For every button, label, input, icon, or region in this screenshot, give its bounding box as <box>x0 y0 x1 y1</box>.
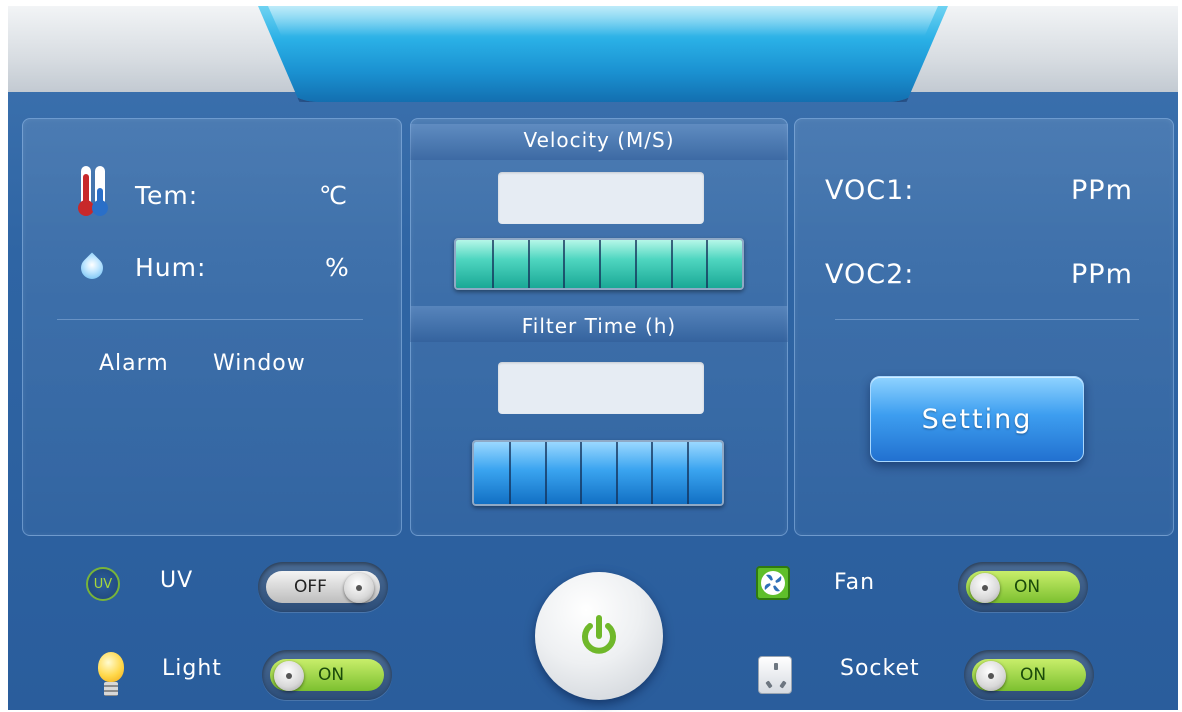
power-button[interactable] <box>535 572 663 700</box>
bar-segment-divider <box>491 240 494 288</box>
socket-toggle-knob <box>976 661 1006 691</box>
voc2-label: VOC2: <box>825 259 915 290</box>
bar-segment-divider <box>686 442 689 504</box>
water-drop-icon <box>76 252 108 284</box>
fan-icon <box>756 566 790 600</box>
bar-segment-divider <box>509 442 512 504</box>
window-label: Window <box>213 351 306 376</box>
temperature-unit: ℃ <box>319 181 349 210</box>
bar-segment-divider <box>544 442 547 504</box>
fan-toggle[interactable]: ON <box>958 562 1088 612</box>
content-layer: Tem: ℃ Hum: % Alarm Window Velocity (M/S… <box>8 6 1178 710</box>
socket-label: Socket <box>840 656 920 681</box>
light-toggle-knob <box>274 661 304 691</box>
filter-time-level-bar <box>472 440 724 506</box>
humidity-label: Hum: <box>135 253 207 282</box>
thermometer-icon <box>78 166 115 218</box>
bar-segment-divider <box>634 240 637 288</box>
velocity-level-bar <box>454 238 744 290</box>
bar-segment-divider <box>670 240 673 288</box>
filter-time-value-box <box>498 362 704 414</box>
bar-segment-divider <box>563 240 566 288</box>
filter-time-title: Filter Time (h) <box>521 314 677 338</box>
light-bulb-icon <box>96 652 126 700</box>
uv-label: UV <box>160 568 194 593</box>
bar-segment-divider <box>706 240 709 288</box>
fan-label: Fan <box>834 570 876 595</box>
fan-toggle-knob <box>970 573 1000 603</box>
uv-icon: UV <box>86 567 120 601</box>
voc-panel: VOC1: PPm VOC2: PPm <box>794 118 1174 536</box>
setting-button[interactable]: Setting <box>870 376 1084 462</box>
alarm-label: Alarm <box>99 351 169 376</box>
environment-panel: Tem: ℃ Hum: % Alarm Window <box>22 118 402 536</box>
left-panel-divider <box>57 319 363 320</box>
velocity-value-box <box>498 172 704 224</box>
bar-segment-divider <box>615 442 618 504</box>
voc1-label: VOC1: <box>825 175 915 206</box>
voc1-unit: PPm <box>1071 175 1133 206</box>
temperature-label: Tem: <box>135 181 199 210</box>
power-socket-icon <box>758 656 792 694</box>
uv-toggle[interactable]: OFF <box>258 562 388 612</box>
velocity-title: Velocity (M/S) <box>523 128 675 152</box>
bar-segment-divider <box>599 240 601 288</box>
power-icon <box>582 615 616 654</box>
light-label: Light <box>162 656 222 681</box>
right-panel-divider <box>835 319 1139 320</box>
uv-toggle-knob <box>344 573 374 603</box>
voc2-unit: PPm <box>1071 259 1133 290</box>
socket-toggle[interactable]: ON <box>964 650 1094 700</box>
bar-segment-divider <box>651 442 654 504</box>
light-toggle[interactable]: ON <box>262 650 392 700</box>
bar-segment-divider <box>580 442 583 504</box>
bar-segment-divider <box>527 240 530 288</box>
humidity-unit: % <box>325 253 350 282</box>
